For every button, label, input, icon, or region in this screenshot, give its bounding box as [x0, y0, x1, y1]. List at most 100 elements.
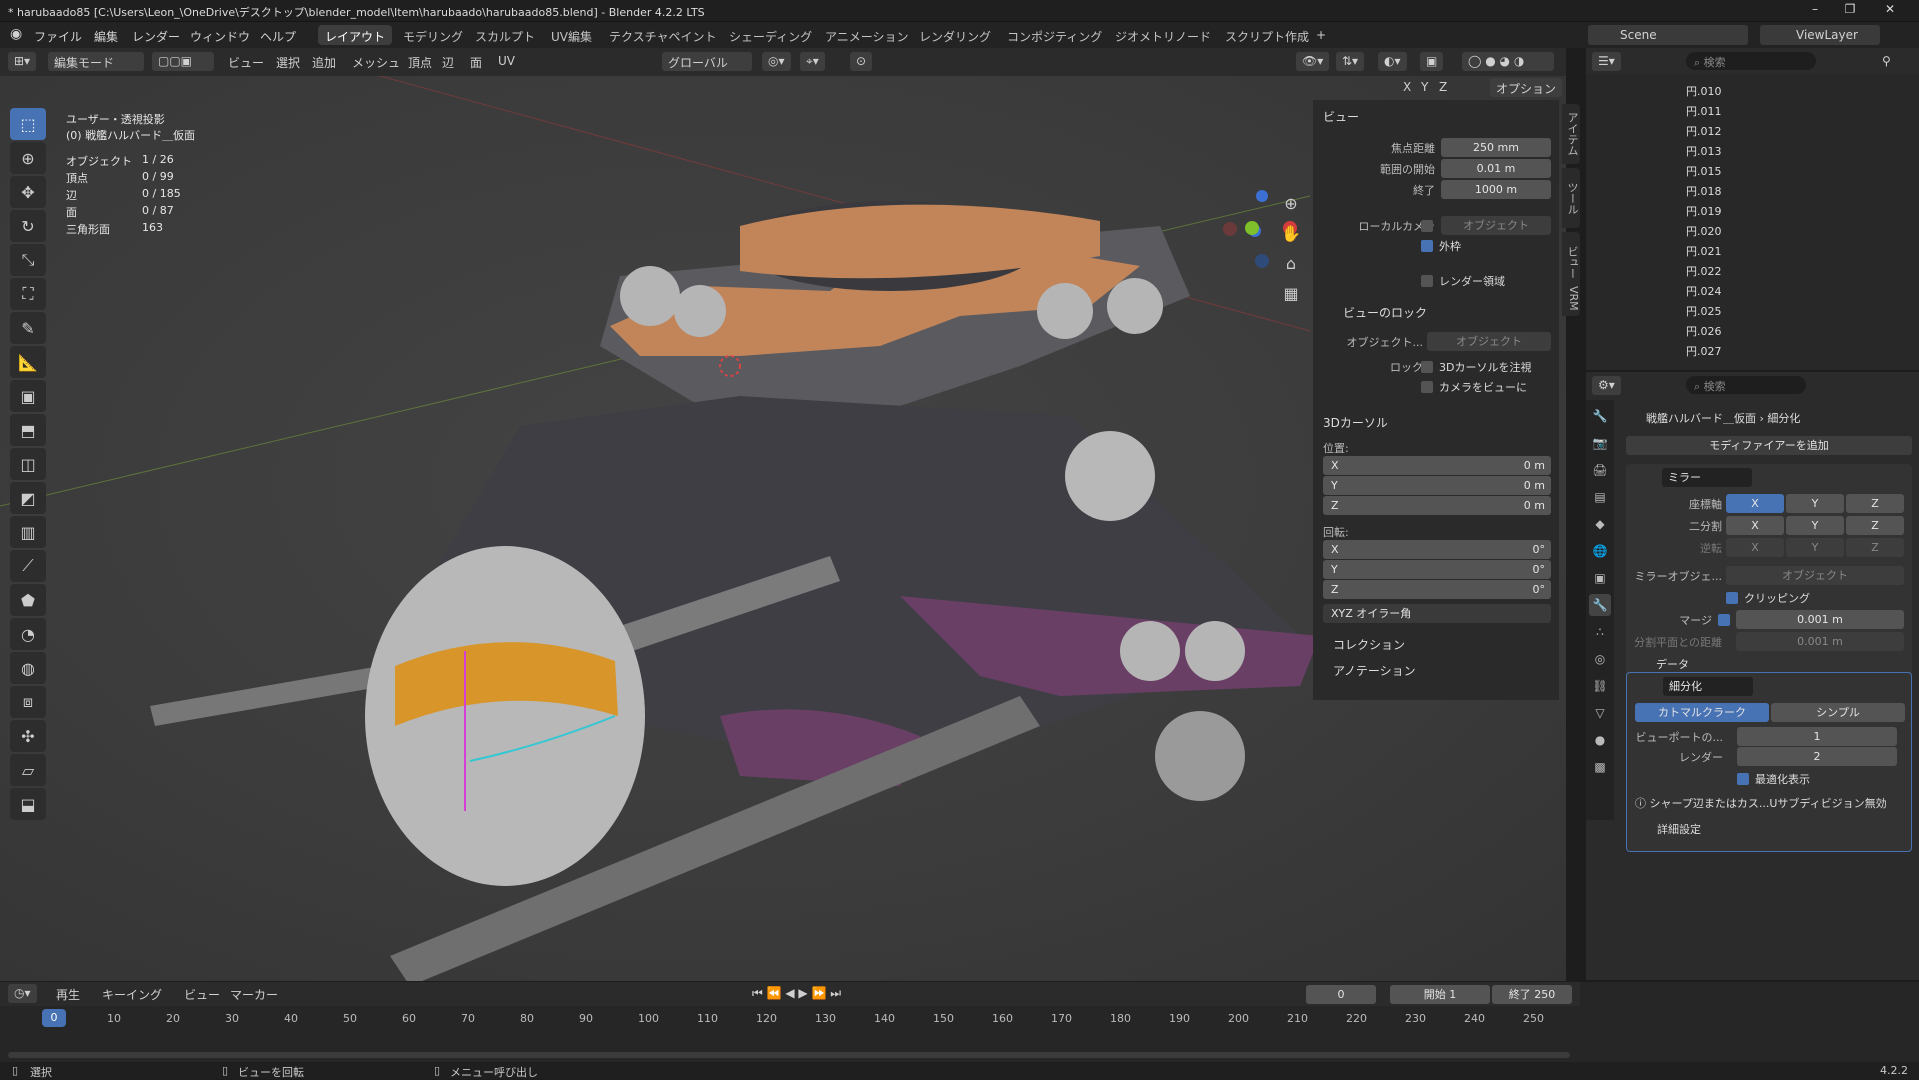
mode-dropdown[interactable]: 編集モード — [48, 52, 144, 71]
zoom-icon[interactable]: ⊕ — [1276, 194, 1306, 224]
tab-geometry-nodes[interactable]: ジオメトリノード — [1108, 25, 1218, 45]
tab-texture-paint[interactable]: テクスチャペイント — [602, 25, 724, 45]
clip-start-field[interactable]: 0.01 m — [1441, 159, 1551, 178]
bisect-z[interactable]: Z — [1846, 516, 1904, 535]
menu-view[interactable]: ビュー — [178, 984, 226, 1003]
data-tab-icon[interactable]: ▽ — [1589, 702, 1611, 724]
menu-keying[interactable]: キーイング — [96, 984, 168, 1003]
cursor-rot-x[interactable]: X 0° — [1323, 540, 1551, 559]
move-icon[interactable]: ✥ — [10, 176, 46, 208]
mirror-name-field[interactable]: ミラー — [1662, 468, 1752, 487]
tab-sculpt[interactable]: スカルプト — [468, 25, 542, 45]
outline-checkbox[interactable] — [1421, 240, 1433, 252]
poly-build-icon[interactable]: ⬟ — [10, 584, 46, 616]
mirror-axis-z[interactable]: Z — [1846, 494, 1904, 513]
cursor-loc-z[interactable]: Z 0 m — [1323, 496, 1551, 515]
smooth-icon[interactable]: ◍ — [10, 652, 46, 684]
cursor-rot-z[interactable]: Z 0° — [1323, 580, 1551, 599]
shading-mode-icon[interactable]: ◯ ● ◕ ◑ — [1462, 52, 1554, 71]
pivot-icon[interactable]: ◎▾ — [762, 52, 791, 71]
add-modifier-button[interactable]: モディファイアーを追加 — [1626, 436, 1912, 455]
mirror-y-toggle[interactable]: Y — [1418, 80, 1431, 99]
menu-render[interactable]: レンダー — [132, 28, 180, 45]
tab-tool[interactable]: ツール — [1562, 168, 1580, 228]
local-camera-checkbox[interactable] — [1421, 220, 1433, 232]
list-item[interactable]: 円.015 — [1586, 160, 1919, 180]
add-workspace-icon[interactable]: + — [1316, 28, 1326, 42]
gizmo-toggle-icon[interactable]: ⇅▾ — [1336, 52, 1365, 71]
lock-object-field[interactable]: オブジェクト — [1427, 332, 1551, 351]
cursor-icon[interactable]: ⊕ — [10, 142, 46, 174]
loop-cut-icon[interactable]: ▥ — [10, 516, 46, 548]
tool-tab-icon[interactable]: 🔧 — [1589, 405, 1611, 427]
physics-tab-icon[interactable]: ◎ — [1589, 648, 1611, 670]
menu-marker[interactable]: マーカー — [224, 984, 284, 1003]
mirror-axis-y[interactable]: Y — [1786, 494, 1844, 513]
scale-icon[interactable]: ⤡ — [10, 244, 46, 276]
list-item[interactable]: 円.022 — [1586, 260, 1919, 280]
menu-face[interactable]: 面 — [464, 52, 488, 71]
lock-cursor-checkbox[interactable] — [1421, 361, 1433, 373]
grid-view-icon[interactable]: ▦ — [1276, 284, 1306, 314]
outliner-search[interactable]: ⌕ 検索 — [1686, 52, 1816, 70]
advanced-subpanel[interactable]: 詳細設定 — [1657, 821, 1701, 837]
mirror-axis-x[interactable]: X — [1726, 494, 1784, 513]
tab-animation[interactable]: アニメーション — [818, 25, 916, 45]
frame-ruler[interactable]: 0 10 20 30 40 50 60 70 80 90 100 110 120 130 140 150 160… — [0, 1008, 1580, 1030]
filter-icon[interactable]: ⚲ — [1876, 52, 1897, 71]
list-item[interactable]: 円.019 — [1586, 200, 1919, 220]
menu-edit[interactable]: 編集 — [94, 28, 118, 45]
shear-icon[interactable]: ▱ — [10, 754, 46, 786]
flip-z[interactable]: Z — [1846, 538, 1904, 557]
subsurf-name-field[interactable]: 細分化 — [1663, 677, 1753, 696]
flip-y[interactable]: Y — [1786, 538, 1844, 557]
texture-tab-icon[interactable]: ▩ — [1589, 756, 1611, 778]
inset-icon[interactable]: ◫ — [10, 448, 46, 480]
options-dropdown[interactable]: オプション — [1490, 78, 1563, 97]
render-levels-field[interactable]: 2 — [1737, 747, 1897, 766]
menu-mesh[interactable]: メッシュ — [346, 52, 406, 71]
scene-selector[interactable] — [1588, 25, 1748, 45]
tab-layout[interactable]: レイアウト — [318, 25, 393, 45]
scene-tab-icon[interactable]: ◆ — [1589, 513, 1611, 535]
catmull-clark-button[interactable]: カトマルクラーク — [1635, 703, 1769, 722]
bisect-x[interactable]: X — [1726, 516, 1784, 535]
select-mode-icon[interactable]: ▢▢▣ — [152, 52, 214, 71]
close-icon[interactable]: ✕ — [1875, 2, 1905, 20]
list-item[interactable]: 円.027 — [1586, 340, 1919, 360]
xray-toggle-icon[interactable]: ▣ — [1420, 52, 1444, 71]
focal-length-field[interactable]: 250 mm — [1441, 138, 1551, 157]
visibility-icon[interactable]: 👁▾ — [1296, 52, 1330, 71]
list-item[interactable]: 円.018 — [1586, 180, 1919, 200]
proportional-edit-icon[interactable]: ⊙ — [850, 52, 873, 71]
merge-distance-field[interactable]: 0.001 m — [1736, 610, 1904, 629]
select-box-icon[interactable]: ⬚ — [10, 108, 46, 140]
particles-tab-icon[interactable]: ∴ — [1589, 621, 1611, 643]
mirror-x-toggle[interactable]: X — [1400, 80, 1414, 99]
modifier-tab-icon[interactable]: 🔧 — [1589, 594, 1611, 616]
section-view-lock[interactable]: ビューのロック — [1343, 304, 1427, 321]
camera-to-view-checkbox[interactable] — [1421, 381, 1433, 393]
rotation-mode-dropdown[interactable]: XYZ オイラー角 — [1323, 604, 1551, 623]
clipping-checkbox[interactable] — [1726, 592, 1738, 604]
menu-view[interactable]: ビュー — [222, 52, 270, 71]
menu-help[interactable]: ヘルプ — [260, 28, 296, 45]
editor-type-icon[interactable]: ⊞▾ — [8, 52, 37, 71]
measure-icon[interactable]: 📐 — [10, 346, 46, 378]
optimal-display-checkbox[interactable] — [1737, 773, 1749, 785]
edge-slide-icon[interactable]: ⧈ — [10, 686, 46, 718]
list-item[interactable]: 円.025 — [1586, 300, 1919, 320]
tab-compositing[interactable]: コンポジティング — [1000, 25, 1109, 45]
tab-vrm[interactable]: VRM — [1562, 280, 1580, 316]
bisect-y[interactable]: Y — [1786, 516, 1844, 535]
clip-end-field[interactable]: 1000 m — [1441, 180, 1551, 199]
menu-window[interactable]: ウィンドウ — [190, 28, 250, 45]
mirror-object-field[interactable]: オブジェクト — [1726, 566, 1904, 585]
current-frame-field[interactable]: 0 — [1306, 985, 1376, 1004]
shrink-fatten-icon[interactable]: ✣ — [10, 720, 46, 752]
menu-edge[interactable]: 辺 — [436, 52, 460, 71]
list-item[interactable]: 円.026 — [1586, 320, 1919, 340]
pan-hand-icon[interactable]: ✋ — [1276, 224, 1306, 254]
cursor-loc-x[interactable]: X 0 m — [1323, 456, 1551, 475]
snap-icon[interactable]: ⌖▾ — [800, 52, 825, 71]
